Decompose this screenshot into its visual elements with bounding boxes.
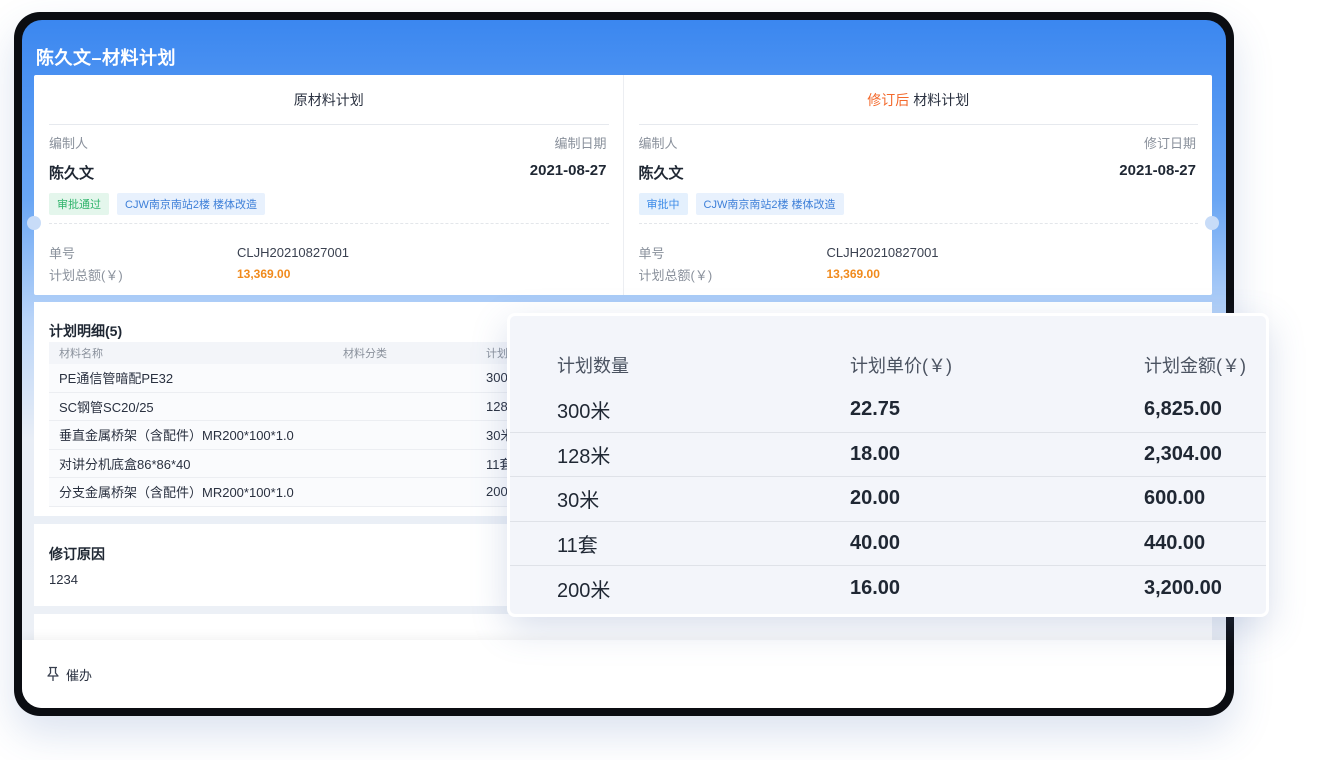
material-name: 垂直金属桥架（含配件）MR200*100*1.0: [59, 428, 294, 444]
author-name: 陈久文: [638, 165, 684, 182]
column-header: 材料分类: [343, 348, 387, 360]
zoom-table-header: 计划数量 计划单价(￥) 计划金额(￥): [510, 316, 1266, 388]
plan-qty: 128米: [557, 445, 611, 468]
plan-amount: 3,200.00: [1144, 577, 1222, 600]
unit-price: 18.00: [850, 442, 901, 465]
revised-plan-title: 材料计划: [913, 92, 970, 108]
table-row: 11套 40.00 440.00: [510, 522, 1266, 567]
card-notch: [1205, 216, 1219, 230]
project-tag: CJW南京南站2楼 楼体改造: [117, 193, 265, 215]
project-tag: CJW南京南站2楼 楼体改造: [695, 193, 844, 215]
card-notch: [27, 216, 41, 230]
original-plan-title: 原材料计划: [293, 92, 364, 108]
urge-button[interactable]: 催办: [66, 665, 92, 684]
original-plan-header: 原材料计划: [49, 75, 609, 125]
table-row: 300米 22.75 6,825.00: [510, 388, 1266, 433]
reason-title: 修订原因: [49, 546, 105, 562]
author-label: 编制人: [49, 136, 89, 151]
table-row: 30米 20.00 600.00: [510, 477, 1266, 522]
column-header: 计划单价(￥): [850, 356, 952, 376]
table-row: 200米 16.00 3,200.00: [510, 566, 1266, 611]
plan-qty: 200米: [557, 580, 611, 603]
plan-amount: 6,825.00: [1144, 398, 1222, 421]
action-footer: 催办: [22, 640, 1226, 708]
order-no-label: 单号: [49, 245, 76, 261]
divider: [638, 223, 1198, 224]
total-label: 计划总额(￥): [638, 267, 713, 283]
status-badge: 审批中: [638, 193, 688, 215]
material-name: SC钢管SC20/25: [59, 399, 154, 415]
order-no: CLJH20210827001: [826, 244, 939, 260]
unit-price: 22.75: [850, 398, 901, 421]
unit-price: 20.00: [850, 487, 901, 510]
plan-qty: 11套: [557, 535, 598, 558]
material-name: 对讲分机底盒86*86*40: [59, 456, 191, 472]
order-no: CLJH20210827001: [237, 244, 350, 260]
plan-amount: 600.00: [1144, 487, 1206, 510]
plan-compare-card: 原材料计划 编制人 编制日期 陈久文 2021-08-27 审批通过 CJW南京…: [27, 75, 1219, 295]
plan-date: 2021-08-27: [529, 162, 607, 179]
revised-plan-header: 修订后 材料计划: [638, 75, 1198, 125]
revised-accent: 修订后: [867, 92, 910, 108]
zoom-detail-panel: 计划数量 计划单价(￥) 计划金额(￥) 300米 22.75 6,825.00…: [507, 313, 1269, 617]
total-amount: 13,369.00: [237, 267, 291, 281]
author-name: 陈久文: [49, 165, 95, 182]
date-label: 修订日期: [1143, 136, 1196, 151]
plan-qty: 30米: [557, 490, 600, 513]
column-header: 材料名称: [59, 348, 103, 360]
material-name: PE通信管暗配PE32: [59, 371, 174, 387]
column-header: 计划数量: [557, 356, 629, 376]
original-plan-column: 原材料计划 编制人 编制日期 陈久文 2021-08-27 审批通过 CJW南京…: [27, 75, 623, 295]
plan-amount: 2,304.00: [1144, 442, 1222, 465]
revised-plan-column: 修订后 材料计划 编制人 修订日期 陈久文 2021-08-27 审批中 CJW南…: [622, 75, 1219, 295]
unit-price: 40.00: [850, 532, 901, 555]
material-name: 分支金属桥架（含配件）MR200*100*1.0: [59, 485, 294, 501]
status-badge: 审批通过: [49, 193, 109, 215]
reason-text: 1234: [49, 572, 78, 587]
column-header: 计划金额(￥): [1144, 356, 1246, 376]
table-row: 128米 18.00 2,304.00: [510, 433, 1266, 478]
plan-amount: 440.00: [1144, 532, 1206, 555]
total-amount: 13,369.00: [826, 267, 880, 281]
divider: [49, 223, 609, 224]
total-label: 计划总额(￥): [49, 267, 123, 283]
author-label: 编制人: [638, 136, 678, 151]
plan-qty: 300米: [557, 401, 611, 424]
order-no-label: 单号: [638, 245, 665, 261]
pin-icon: [46, 666, 60, 682]
revise-date: 2021-08-27: [1119, 162, 1196, 179]
page-title: 陈久文–材料计划: [36, 48, 177, 68]
date-label: 编制日期: [554, 136, 607, 151]
unit-price: 16.00: [850, 577, 901, 600]
detail-title: 计划明细(5): [49, 323, 123, 339]
